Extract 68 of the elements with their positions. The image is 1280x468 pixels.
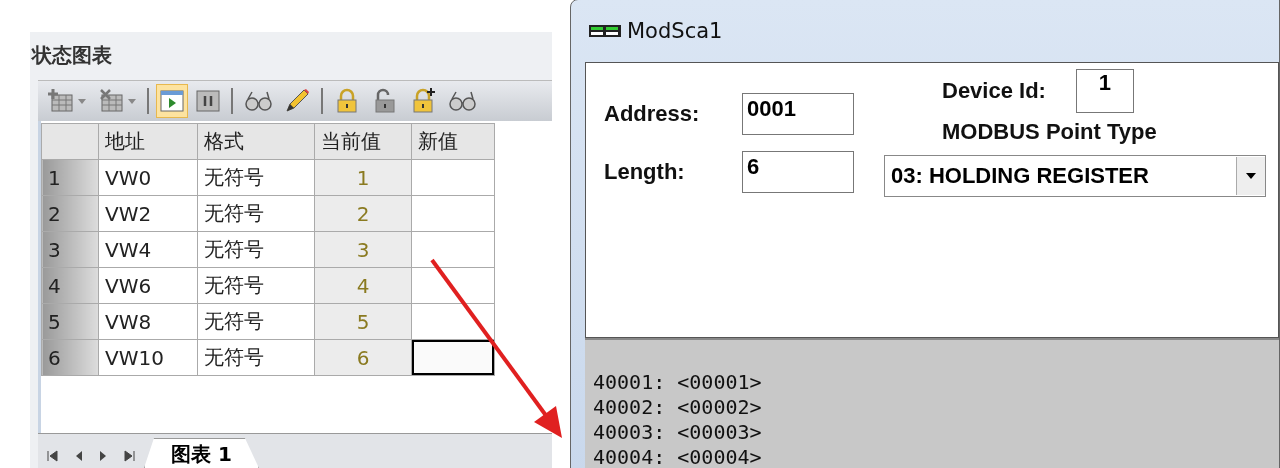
pencil-icon <box>284 88 310 114</box>
length-field[interactable]: 6 <box>742 151 854 193</box>
corner-cell <box>41 123 99 160</box>
row-number[interactable]: 4 <box>41 267 99 304</box>
row-number[interactable]: 6 <box>41 339 99 376</box>
table-cell[interactable] <box>411 231 495 268</box>
table-cell[interactable]: 1 <box>314 159 412 196</box>
app-icon <box>589 25 621 37</box>
glasses-icon <box>448 90 476 112</box>
caret-icon <box>78 98 86 104</box>
table-cell[interactable]: 无符号 <box>197 195 315 232</box>
last-page-icon[interactable] <box>122 450 136 462</box>
window-title: ModSca1 <box>627 19 723 43</box>
register-line: 40001: <00001> <box>593 370 762 395</box>
table-cell[interactable] <box>411 159 495 196</box>
column-header: 新值 <box>411 123 495 160</box>
register-line: 40002: <00002> <box>593 395 762 420</box>
register-line: 40004: <00004> <box>593 445 762 468</box>
sheet-tab[interactable]: 图表 1 <box>144 438 259 468</box>
table-cell[interactable]: VW10 <box>98 339 198 376</box>
table-cell[interactable]: 无符号 <box>197 267 315 304</box>
panel-title: 状态图表 <box>30 42 113 69</box>
caret-icon <box>128 98 136 104</box>
table-cell[interactable]: VW4 <box>98 231 198 268</box>
add-lock-icon <box>410 88 436 114</box>
first-page-icon[interactable] <box>46 450 60 462</box>
column-header: 格式 <box>197 123 315 160</box>
add-table-icon <box>48 89 74 113</box>
row-number[interactable]: 1 <box>41 159 99 196</box>
table-cell[interactable]: VW8 <box>98 303 198 340</box>
table-cell[interactable]: 2 <box>314 195 412 232</box>
table-cell[interactable]: VW2 <box>98 195 198 232</box>
unlock-icon <box>372 88 398 114</box>
table-cell[interactable]: VW6 <box>98 267 198 304</box>
row-number[interactable]: 2 <box>41 195 99 232</box>
lock-icon <box>334 88 360 114</box>
point-type-label: MODBUS Point Type <box>941 119 1158 145</box>
row-number[interactable]: 3 <box>41 231 99 268</box>
address-label: Address: <box>604 101 701 127</box>
glasses-icon <box>244 90 272 112</box>
table-cell[interactable]: 5 <box>314 303 412 340</box>
table-cell[interactable] <box>411 303 495 340</box>
table-cell[interactable]: 无符号 <box>197 303 315 340</box>
table-cell[interactable]: VW0 <box>98 159 198 196</box>
pause-icon <box>196 90 220 112</box>
table-cell[interactable] <box>411 339 495 376</box>
next-icon[interactable] <box>98 450 108 462</box>
table-cell[interactable] <box>411 195 495 232</box>
length-label: Length: <box>604 159 686 185</box>
table-cell[interactable] <box>411 267 495 304</box>
table-cell[interactable]: 无符号 <box>197 339 315 376</box>
device-id-field[interactable]: 1 <box>1075 69 1134 113</box>
device-id-label: Device Id: <box>942 78 1046 104</box>
delete-table-icon <box>98 89 124 113</box>
point-type-dropdown[interactable]: 03: HOLDING REGISTER <box>884 155 1266 197</box>
table-cell[interactable]: 4 <box>314 267 412 304</box>
previous-icon[interactable] <box>74 450 84 462</box>
register-line: 40003: <00003> <box>593 420 762 445</box>
table-cell[interactable]: 无符号 <box>197 231 315 268</box>
column-header: 当前值 <box>314 123 412 160</box>
row-number[interactable]: 5 <box>41 303 99 340</box>
column-header: 地址 <box>98 123 198 160</box>
play-icon <box>160 90 184 112</box>
table-cell[interactable]: 3 <box>314 231 412 268</box>
dropdown-arrow-icon <box>1246 173 1256 179</box>
table-cell[interactable]: 无符号 <box>197 159 315 196</box>
table-cell[interactable]: 6 <box>314 339 412 376</box>
address-field[interactable]: 0001 <box>742 93 854 135</box>
